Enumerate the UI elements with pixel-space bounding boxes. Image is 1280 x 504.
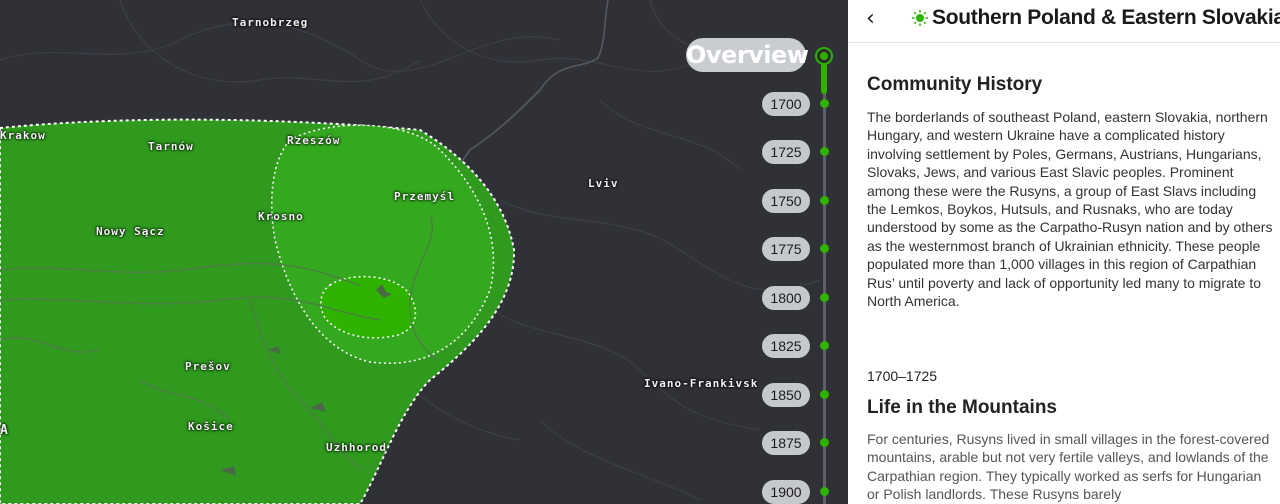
city-label: Ivano-Frankivsk — [644, 377, 759, 390]
timeline-current-marker[interactable] — [815, 47, 833, 65]
timeline-dot[interactable] — [820, 196, 829, 205]
info-panel[interactable]: ‹ Southern Poland & Eastern Slovakia Com… — [848, 0, 1280, 504]
timeline-year-1700[interactable]: 1700 — [762, 92, 810, 116]
timeline-dot[interactable] — [820, 341, 829, 350]
city-label: Nowy Sącz — [96, 225, 165, 238]
timeline-dot[interactable] — [820, 147, 829, 156]
map-view[interactable]: Tarnobrzeg Krakow Tarnów Rzeszów Przemyś… — [0, 0, 848, 504]
section-body: The borderlands of southeast Poland, eas… — [867, 109, 1273, 310]
overview-button[interactable]: Overview — [686, 38, 809, 72]
city-label: Lviv — [588, 177, 619, 190]
sun-icon — [912, 10, 928, 26]
timeline-dot[interactable] — [820, 99, 829, 108]
section-title: Life in the Mountains — [867, 397, 1057, 418]
timeline-dot[interactable] — [820, 438, 829, 447]
timeline-year-1850[interactable]: 1850 — [762, 383, 810, 407]
city-label: Prešov — [185, 360, 231, 373]
panel-header: ‹ Southern Poland & Eastern Slovakia — [848, 0, 1280, 43]
city-label: Košice — [188, 420, 234, 433]
timeline-dot[interactable] — [820, 390, 829, 399]
chevron-left-icon[interactable]: ‹ — [866, 6, 875, 31]
region-title: Southern Poland & Eastern Slovakia — [932, 6, 1280, 29]
city-label: Krosno — [258, 210, 304, 223]
section-body: For centuries, Rusyns lived in small vil… — [867, 431, 1270, 503]
city-label: Uzhhorod — [326, 441, 387, 454]
timeline-dot[interactable] — [820, 487, 829, 496]
timeline-year-1750[interactable]: 1750 — [762, 189, 810, 213]
timeline-year-1725[interactable]: 1725 — [762, 140, 810, 164]
city-label: Krakow — [0, 129, 46, 142]
timeline-dot[interactable] — [820, 244, 829, 253]
timeline-dot[interactable] — [820, 293, 829, 302]
timeline-year-1825[interactable]: 1825 — [762, 334, 810, 358]
timeline-year-1800[interactable]: 1800 — [762, 286, 810, 310]
city-label: A — [0, 423, 9, 438]
section-date: 1700–1725 — [867, 368, 938, 384]
city-label: Przemyśl — [394, 190, 455, 203]
map-basemap — [0, 0, 821, 504]
city-label: Rzeszów — [287, 134, 341, 147]
timeline-year-1875[interactable]: 1875 — [762, 431, 810, 455]
timeline-track — [823, 56, 826, 504]
timeline-year-1900[interactable]: 1900 — [762, 480, 810, 504]
section-title: Community History — [867, 74, 1043, 95]
timeline-year-1775[interactable]: 1775 — [762, 237, 810, 261]
city-label: Tarnów — [148, 140, 194, 153]
city-label: Tarnobrzeg — [232, 16, 309, 29]
